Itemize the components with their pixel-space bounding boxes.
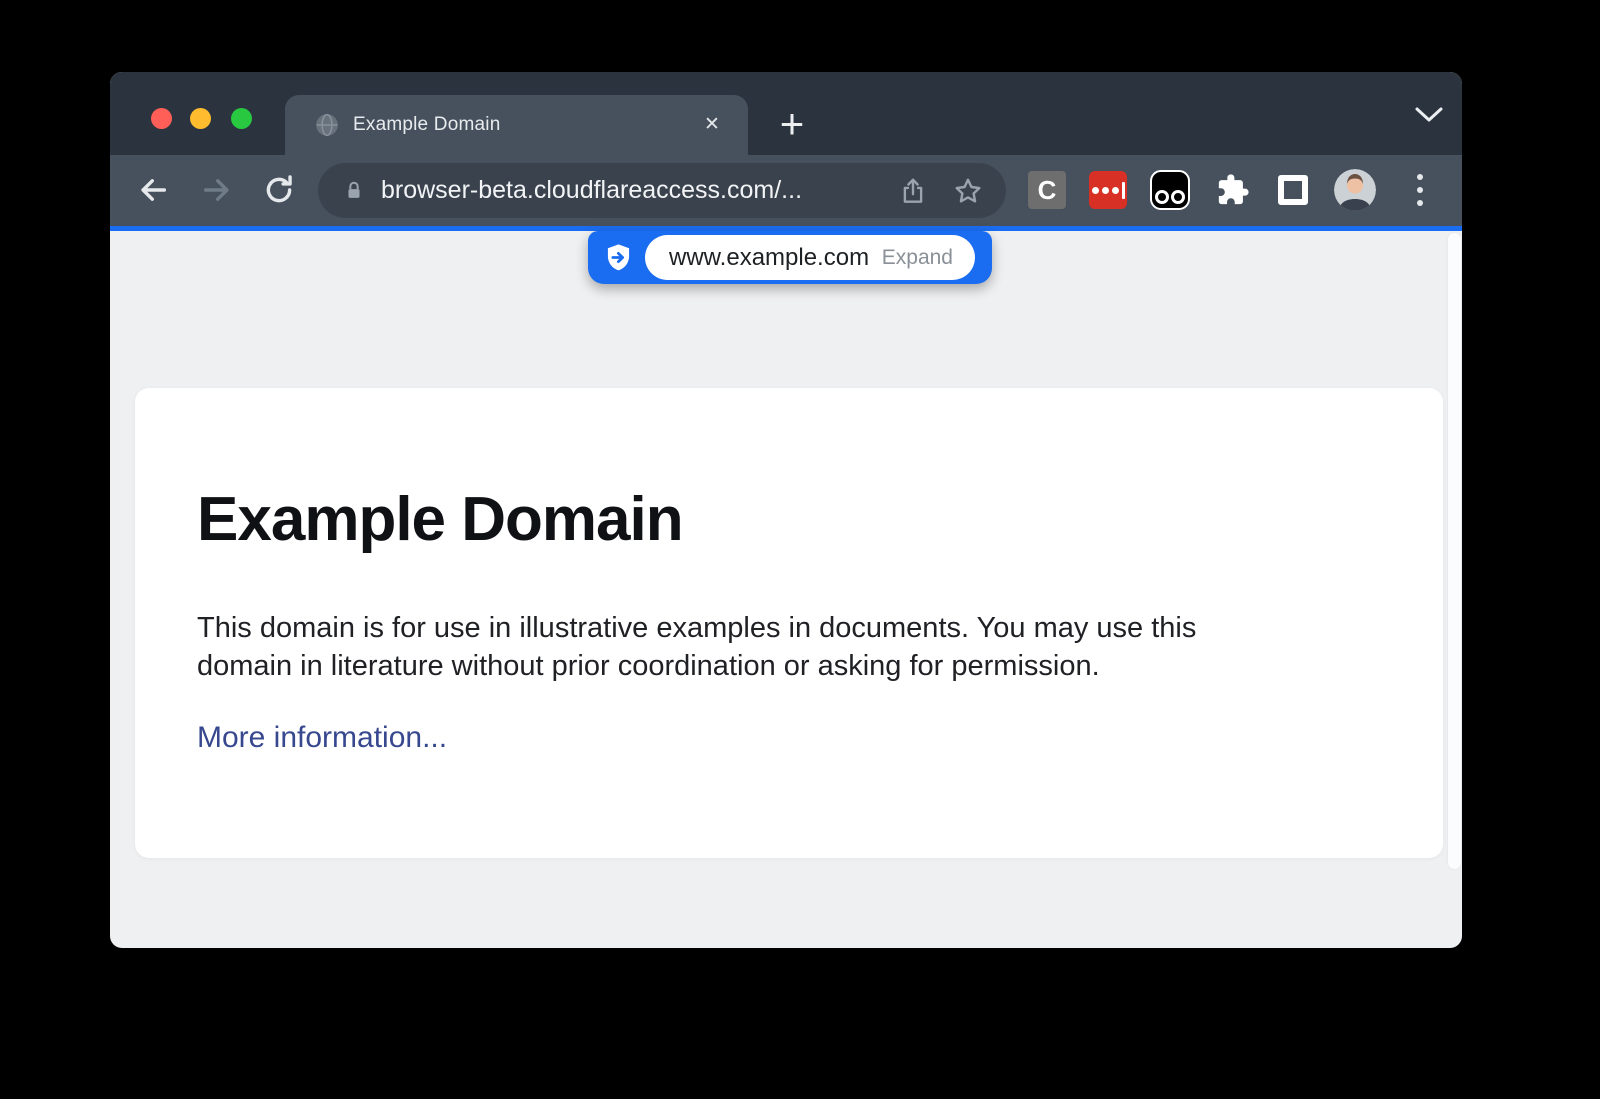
screenshot-stage: Example Domain ✕ + xyxy=(0,0,1600,1099)
page-title: Example Domain xyxy=(135,484,1443,555)
squircle-circle-icon xyxy=(1171,190,1185,204)
kebab-dot-icon xyxy=(1417,174,1423,180)
window-minimize-button[interactable] xyxy=(190,108,211,129)
forward-button[interactable] xyxy=(198,171,236,209)
window-zoom-button[interactable] xyxy=(231,108,252,129)
isolation-banner[interactable]: www.example.com Expand xyxy=(588,231,992,284)
back-button[interactable] xyxy=(134,171,172,209)
forward-arrow-icon xyxy=(200,173,234,207)
extension-lastpass-button[interactable] xyxy=(1089,171,1127,209)
lastpass-dot-icon xyxy=(1112,187,1119,194)
extension-c-button[interactable]: C xyxy=(1028,171,1066,209)
reload-icon xyxy=(262,173,296,207)
scrollbar-thumb[interactable] xyxy=(1448,233,1461,869)
back-arrow-icon xyxy=(136,173,170,207)
share-icon xyxy=(898,175,928,207)
star-icon xyxy=(952,175,984,207)
tab-title: Example Domain xyxy=(353,95,500,155)
new-tab-button[interactable]: + xyxy=(768,103,816,151)
side-panel-button[interactable] xyxy=(1278,175,1308,205)
expand-button[interactable]: Expand xyxy=(882,246,953,270)
lastpass-bar-icon xyxy=(1122,182,1125,199)
isolation-domain-pill: www.example.com Expand xyxy=(645,235,975,280)
lock-icon xyxy=(343,178,365,204)
window-close-button[interactable] xyxy=(151,108,172,129)
url-text: browser-beta.cloudflareaccess.com/... xyxy=(381,176,802,205)
kebab-dot-icon xyxy=(1417,187,1423,193)
share-button[interactable] xyxy=(898,175,928,207)
page-body: This domain is for use in illustrative e… xyxy=(197,609,1381,685)
extensions-menu-button[interactable] xyxy=(1214,171,1252,209)
toolbar: browser-beta.cloudflareaccess.com/... C xyxy=(110,155,1462,226)
shield-arrow-icon xyxy=(603,242,634,273)
squircle-circle-icon xyxy=(1155,190,1169,204)
globe-favicon-icon xyxy=(314,112,340,138)
tab-example-domain[interactable]: Example Domain ✕ xyxy=(285,95,748,155)
content-card: Example Domain This domain is for use in… xyxy=(135,388,1443,858)
kebab-dot-icon xyxy=(1417,200,1423,206)
profile-avatar-button[interactable] xyxy=(1334,169,1376,211)
page-body-line: domain in literature without prior coord… xyxy=(197,647,1381,685)
page-body-line: This domain is for use in illustrative e… xyxy=(197,609,1381,647)
puzzle-icon xyxy=(1216,173,1250,207)
avatar xyxy=(1334,169,1376,211)
tab-search-button[interactable] xyxy=(1414,106,1444,124)
lastpass-dot-icon xyxy=(1102,187,1109,194)
browser-window: Example Domain ✕ + xyxy=(110,72,1462,948)
address-bar[interactable]: browser-beta.cloudflareaccess.com/... xyxy=(318,163,1006,218)
tab-close-button[interactable]: ✕ xyxy=(698,111,726,139)
chevron-down-icon xyxy=(1414,106,1444,124)
lastpass-dot-icon xyxy=(1092,187,1099,194)
reload-button[interactable] xyxy=(260,171,298,209)
extension-squircle-button[interactable] xyxy=(1150,170,1190,210)
more-information-link[interactable]: More information... xyxy=(197,721,447,755)
bookmark-button[interactable] xyxy=(952,175,984,207)
browser-menu-button[interactable] xyxy=(1412,171,1428,209)
isolated-domain-text: www.example.com xyxy=(669,244,869,272)
tab-strip: Example Domain ✕ + xyxy=(110,72,1462,155)
